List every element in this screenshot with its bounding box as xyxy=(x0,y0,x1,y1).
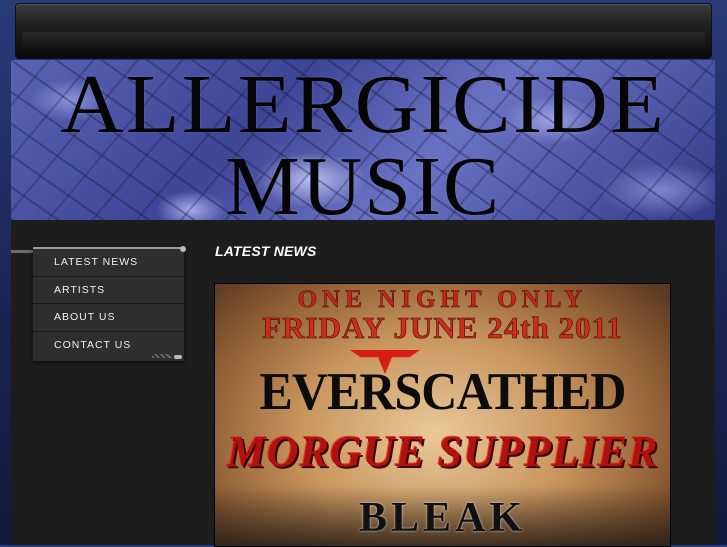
site-banner[interactable]: ALLERGICIDE MUSIC xyxy=(11,60,715,220)
event-poster-image[interactable]: ONE NIGHT ONLY FRIDAY JUNE 24th 2011 EVE… xyxy=(214,283,671,547)
banner-title-line2: MUSIC xyxy=(224,140,502,220)
poster-band-logo-2: MORGUE SUPPLIER xyxy=(226,427,659,476)
nav-corner-cap xyxy=(180,246,186,252)
poster-band-logo-1: EVERSCATHED xyxy=(259,361,627,421)
nav-corner-cap-bottom xyxy=(174,355,182,359)
poster-date: FRIDAY JUNE 24th 2011 xyxy=(262,310,623,346)
page-container: ALLERGICIDE MUSIC LATEST NEWS ARTISTS AB… xyxy=(11,60,715,547)
nav-item-about-us[interactable]: ABOUT US xyxy=(33,304,184,332)
sidebar-nav: LATEST NEWS ARTISTS ABOUT US CONTACT US xyxy=(33,246,186,361)
nav-item-latest-news[interactable]: LATEST NEWS xyxy=(33,249,184,277)
poster-band-logo-3: BLEAK xyxy=(358,495,527,541)
nav-item-artists[interactable]: ARTISTS xyxy=(33,277,184,304)
top-header-bar xyxy=(16,4,711,58)
section-title: LATEST NEWS xyxy=(215,243,317,259)
nav-grip-decoration xyxy=(152,354,172,358)
